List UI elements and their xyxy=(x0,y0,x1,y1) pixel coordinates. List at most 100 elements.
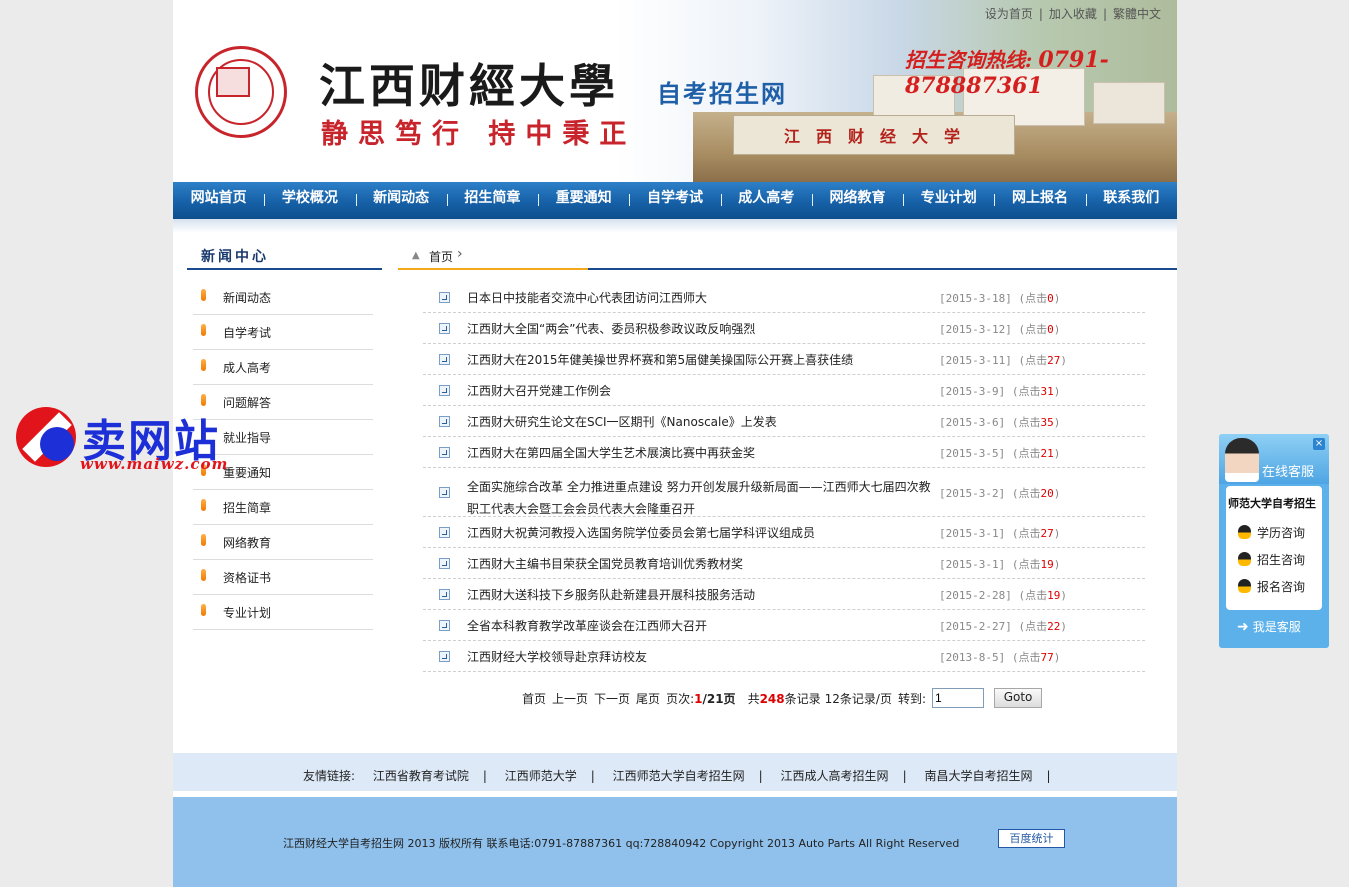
traditional-chinese-link[interactable]: 繁體中文 xyxy=(1113,7,1161,21)
news-title[interactable]: 全面实施综合改革 全力推进重点建设 努力开创发展升级新局面——江西师大七届四次教… xyxy=(467,476,937,520)
nav-admissions[interactable]: 招生简章 xyxy=(446,182,538,219)
baidu-stats-badge[interactable]: 百度统计 xyxy=(998,829,1065,848)
news-title[interactable]: 江西财大在第四届全国大学生艺术展演比赛中再获金奖 xyxy=(467,442,937,464)
news-meta: [2015-3-9] (点击31) xyxy=(939,383,1060,399)
footer-copyright: 江西财经大学自考招生网 2013 版权所有 联系电话:0791-87887361… xyxy=(283,837,960,850)
goto-button[interactable]: Goto xyxy=(994,688,1043,708)
header-banner: 江西财经大学 设为首页 | 加入收藏 | 繁體中文 江西财經大學 自考招生网 静思笃行 … xyxy=(173,0,1177,182)
nav-school-overview[interactable]: 学校概况 xyxy=(264,182,355,219)
service-item[interactable]: 报名咨询 xyxy=(1238,578,1305,595)
news-date: [2015-3-6] xyxy=(939,416,1006,429)
news-date: [2015-2-28] xyxy=(939,589,1012,602)
news-title[interactable]: 全省本科教育教学改革座谈会在江西师大召开 xyxy=(467,615,937,637)
close-icon[interactable]: × xyxy=(1313,438,1325,450)
nav-home[interactable]: 网站首页 xyxy=(173,182,264,219)
news-click-count: 77 xyxy=(1040,651,1054,664)
news-date: [2015-3-1] xyxy=(939,527,1006,540)
sidebar-item[interactable]: 自学考试 xyxy=(193,315,373,350)
news-title[interactable]: 江西财大在2015年健美操世界杯赛和第5届健美操国际公开赛上喜获佳绩 xyxy=(467,349,937,371)
news-row: 江西财经大学校领导赴京拜访校友 [2013-8-5] (点击77) xyxy=(423,641,1145,672)
add-favorite-link[interactable]: 加入收藏 xyxy=(1049,7,1097,21)
news-title[interactable]: 江西财大主编书目荣获全国党员教育培训优秀教材奖 xyxy=(467,553,937,575)
news-meta: [2015-3-11] (点击27) xyxy=(939,352,1067,368)
nav-adult-exam[interactable]: 成人高考 xyxy=(720,182,812,219)
nav-major-plan[interactable]: 专业计划 xyxy=(903,182,994,219)
service-item[interactable]: 招生咨询 xyxy=(1238,551,1305,568)
nav-notices[interactable]: 重要通知 xyxy=(538,182,629,219)
service-title: 师范大学自考招生 xyxy=(1228,497,1316,510)
news-click-label: (点击 xyxy=(1018,323,1048,336)
bullet-icon xyxy=(201,324,206,336)
service-header-title: 在线客服 xyxy=(1262,465,1315,480)
news-row: 全面实施综合改革 全力推进重点建设 努力开创发展升级新局面——江西师大七届四次教… xyxy=(423,468,1145,517)
bullet-icon xyxy=(201,499,206,511)
news-date: [2015-3-2] xyxy=(939,487,1006,500)
per-page: 12条记录/页 xyxy=(824,691,892,706)
news-title[interactable]: 江西财经大学校领导赴京拜访校友 xyxy=(467,646,937,668)
news-click-count: 27 xyxy=(1040,527,1054,540)
news-meta: [2015-3-1] (点击19) xyxy=(939,556,1060,572)
goto-label: 转到: xyxy=(897,691,927,706)
news-date: [2015-3-11] xyxy=(939,354,1012,367)
friend-links: 友情链接: 江西省教育考试院 | 江西师范大学 | 江西师范大学自考招生网 | 江西成… xyxy=(173,753,1177,791)
friend-link[interactable]: 江西成人高考招生网 xyxy=(781,769,889,783)
nav-self-study-exam[interactable]: 自学考试 xyxy=(629,182,720,219)
news-click-label: (点击 xyxy=(1018,589,1048,602)
news-click-close: ) xyxy=(1060,620,1067,633)
top-links: 设为首页 | 加入收藏 | 繁體中文 xyxy=(984,7,1161,21)
goto-page-input[interactable] xyxy=(932,688,985,708)
news-row: 江西财大召开党建工作例会 [2015-3-9] (点击31) xyxy=(423,375,1145,406)
prev-page-link[interactable]: 上一页 xyxy=(552,690,588,707)
news-date: [2015-3-5] xyxy=(939,447,1006,460)
nav-contact[interactable]: 联系我们 xyxy=(1085,182,1177,219)
news-click-label: (点击 xyxy=(1011,385,1041,398)
next-page-link[interactable]: 下一页 xyxy=(594,690,630,707)
news-click-label: (点击 xyxy=(1011,487,1041,500)
news-meta: [2015-2-28] (点击19) xyxy=(939,587,1067,603)
arrow-box-icon xyxy=(439,447,450,458)
breadcrumb-home[interactable]: 首页 xyxy=(429,248,453,265)
news-meta: [2015-2-27] (点击22) xyxy=(939,618,1067,634)
news-title[interactable]: 江西财大祝黄河教授入选国务院学位委员会第七届学科评议组成员 xyxy=(467,522,937,544)
sidebar-item[interactable]: 新闻动态 xyxy=(193,280,373,315)
news-click-label: (点击 xyxy=(1011,447,1041,460)
news-click-label: (点击 xyxy=(1011,416,1041,429)
nav-news[interactable]: 新闻动态 xyxy=(355,182,447,219)
watermark: 卖网站 www.maiwz.com xyxy=(16,405,306,485)
news-click-count: 0 xyxy=(1047,323,1054,336)
service-me-link[interactable]: ➜ 我是客服 xyxy=(1237,618,1301,635)
news-title[interactable]: 江西财大送科技下乡服务队赴新建县开展科技服务活动 xyxy=(467,584,937,606)
set-homepage-link[interactable]: 设为首页 xyxy=(985,7,1033,21)
arrow-box-icon xyxy=(439,323,450,334)
nav-online-education[interactable]: 网络教育 xyxy=(811,182,903,219)
campus-sign: 江西财经大学 xyxy=(733,115,1015,155)
friend-link[interactable]: 江西师范大学自考招生网 xyxy=(613,769,745,783)
sidebar-item[interactable]: 资格证书 xyxy=(193,560,373,595)
service-item[interactable]: 学历咨询 xyxy=(1238,524,1305,541)
sidebar-item[interactable]: 招生简章 xyxy=(193,490,373,525)
news-title[interactable]: 日本日中技能者交流中心代表团访问江西师大 xyxy=(467,287,937,309)
last-page-link[interactable]: 尾页 xyxy=(636,690,660,707)
news-click-close: ) xyxy=(1060,354,1067,367)
news-click-count: 0 xyxy=(1047,292,1054,305)
sidebar-item[interactable]: 成人高考 xyxy=(193,350,373,385)
bullet-icon xyxy=(201,359,206,371)
arrow-box-icon xyxy=(439,487,450,498)
nav-online-registration[interactable]: 网上报名 xyxy=(994,182,1085,219)
first-page-link[interactable]: 首页 xyxy=(522,690,546,707)
qq-icon xyxy=(1238,552,1251,566)
sidebar-item[interactable]: 网络教育 xyxy=(193,525,373,560)
news-date: [2015-3-12] xyxy=(939,323,1012,336)
university-seal-logo xyxy=(195,46,287,138)
friend-link[interactable]: 南昌大学自考招生网 xyxy=(924,769,1032,783)
news-click-count: 22 xyxy=(1047,620,1061,633)
page: 江西财经大学 设为首页 | 加入收藏 | 繁體中文 江西财經大學 自考招生网 静思笃行 … xyxy=(173,0,1177,887)
friend-link[interactable]: 江西师范大学 xyxy=(505,769,577,783)
chevron-right-icon: › xyxy=(457,246,463,262)
news-title[interactable]: 江西财大全国“两会”代表、委员积极参政议政反响强烈 xyxy=(467,318,937,340)
sidebar-item[interactable]: 专业计划 xyxy=(193,595,373,630)
news-title[interactable]: 江西财大召开党建工作例会 xyxy=(467,380,937,402)
friend-link[interactable]: 江西省教育考试院 xyxy=(373,769,469,783)
news-list: 日本日中技能者交流中心代表团访问江西师大 [2015-3-18] (点击0) 江西财… xyxy=(423,282,1145,672)
news-title[interactable]: 江西财大研究生论文在SCI一区期刊《Nanoscale》上发表 xyxy=(467,411,937,433)
